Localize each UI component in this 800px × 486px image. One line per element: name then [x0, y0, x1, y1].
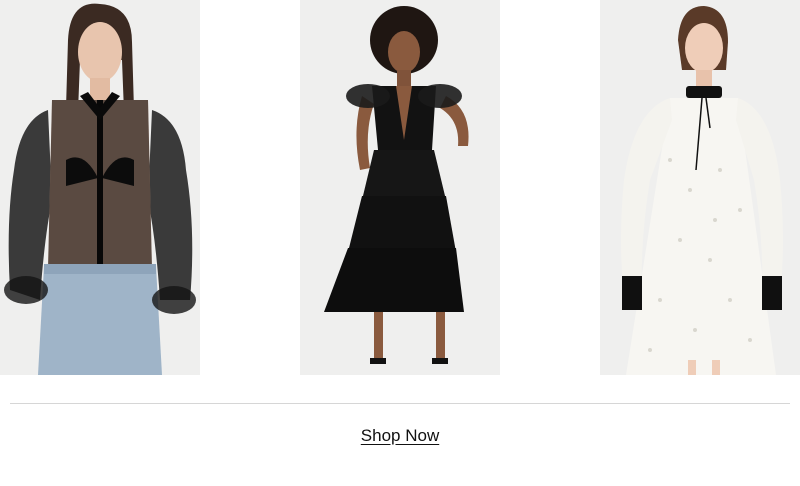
product-showcase: Shop Now [0, 0, 800, 486]
product-image-sheer-blouse[interactable] [0, 0, 200, 375]
section-divider [10, 403, 790, 404]
black-tiered-ruffle-dress-model-image [300, 0, 500, 375]
product-image-tiered-dress[interactable] [300, 0, 500, 375]
white-eyelet-dress-model-image [600, 0, 800, 375]
sheer-black-blouse-model-image [0, 0, 200, 375]
shop-now-container: Shop Now [0, 426, 800, 446]
product-image-eyelet-dress[interactable] [600, 0, 800, 375]
shop-now-link[interactable]: Shop Now [361, 426, 439, 445]
